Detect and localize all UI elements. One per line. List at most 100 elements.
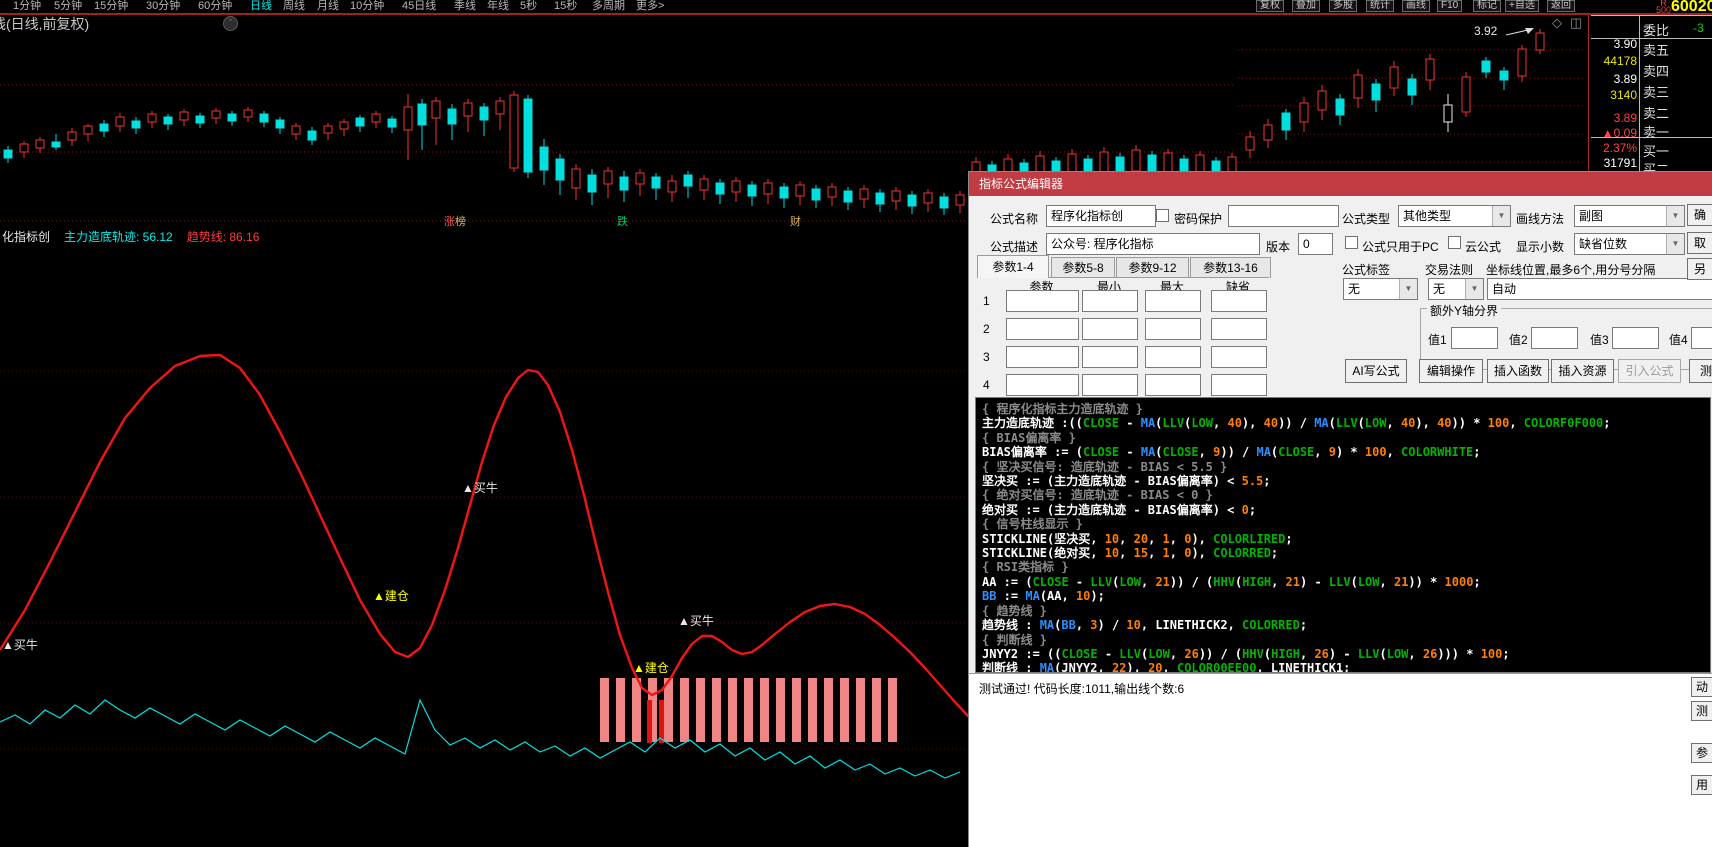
formula-name-input[interactable]: 程序化指标创 (1046, 205, 1156, 227)
signal-annotation-建仓: ▲建仓 (373, 587, 409, 604)
param-input[interactable] (1145, 374, 1201, 396)
param-input[interactable] (1006, 374, 1079, 396)
side-button-测[interactable]: 测 (1691, 701, 1712, 721)
toolbar-button-叠加[interactable]: 叠加 (1292, 0, 1320, 12)
button-AI写公式[interactable]: AI写公式 (1345, 359, 1407, 383)
toolbar-button-+自选[interactable]: +自选 (1505, 0, 1539, 12)
side-button-参[interactable]: 参 (1691, 743, 1712, 763)
tab-参数13-16[interactable]: 参数13-16 (1190, 257, 1271, 278)
toolbar-period-1分钟[interactable]: 1分钟 (13, 0, 41, 12)
toolbar-period-15分钟[interactable]: 15分钟 (94, 0, 128, 12)
password-input[interactable] (1228, 205, 1339, 227)
toolbar-period-10分钟[interactable]: 10分钟 (350, 0, 384, 12)
param-input[interactable] (1145, 318, 1201, 340)
toolbar-period-5分钟[interactable]: 5分钟 (54, 0, 82, 12)
toolbar-period-更多>[interactable]: 更多> (636, 0, 664, 12)
formula-desc-input[interactable]: 公众号: 程序化指标 (1046, 233, 1260, 255)
y-value-input[interactable] (1612, 327, 1659, 349)
quote-panel: 委比 卖五 卖四 卖三 卖二 卖一 买一 买二 3.90 44178 3.89 3140 3.89 ▲0.… (1588, 13, 1712, 171)
toolbar-period-60分钟[interactable]: 60分钟 (198, 0, 232, 12)
toolbar-period-周线[interactable]: 周线 (283, 0, 305, 12)
badge-char: 财 (790, 216, 801, 228)
edge-button-另[interactable]: 另 (1687, 258, 1712, 280)
toolbar-period-5秒[interactable]: 5秒 (520, 0, 537, 12)
param-row-number: 2 (983, 322, 990, 336)
toolbar-period-年线[interactable]: 年线 (487, 0, 509, 12)
weibi-value: -3 (1693, 21, 1704, 35)
decimal-select[interactable]: 缺省位数 ▼ (1574, 233, 1685, 255)
chevron-down-icon[interactable]: ˇ (223, 16, 238, 31)
toolbar-period-日线[interactable]: 日线 (250, 0, 272, 12)
version-input[interactable]: 0 (1298, 233, 1333, 255)
param-input[interactable] (1082, 346, 1138, 368)
button-插入资源[interactable]: 插入资源 (1551, 359, 1614, 383)
pc-only-checkbox[interactable] (1345, 236, 1358, 249)
button-编辑操作[interactable]: 编辑操作 (1419, 359, 1483, 383)
dropdown-arrow-icon[interactable]: ▼ (1666, 234, 1684, 254)
param-input[interactable] (1145, 346, 1201, 368)
toolbar-button-标记[interactable]: 标记 (1473, 0, 1501, 12)
formula-type-select[interactable]: 其他类型 ▼ (1398, 205, 1511, 227)
param-input[interactable] (1211, 290, 1267, 312)
param-input[interactable] (1145, 290, 1201, 312)
code-token: BB (1061, 618, 1076, 633)
param-input[interactable] (1082, 290, 1138, 312)
tab-参数1-4[interactable]: 参数1-4 (977, 255, 1049, 278)
cloud-formula-checkbox[interactable] (1448, 236, 1461, 249)
param-input[interactable] (1211, 346, 1267, 368)
toolbar-period-30分钟[interactable]: 30分钟 (146, 0, 180, 12)
toolbar-button-返回[interactable]: 返回 (1547, 0, 1575, 12)
param-input[interactable] (1211, 318, 1267, 340)
dropdown-arrow-icon[interactable]: ▼ (1666, 206, 1684, 226)
side-button-动[interactable]: 动 (1691, 677, 1712, 697)
button-引入公式[interactable]: 引入公式 (1618, 359, 1681, 383)
code-line: { 信号柱线显示 } (982, 517, 1704, 531)
y-value-label-值4: 值4 (1669, 333, 1688, 347)
button-插入函数[interactable]: 插入函数 (1487, 359, 1549, 383)
edge-button-确[interactable]: 确 (1687, 204, 1712, 226)
toolbar-button-F10[interactable]: F10 (1437, 0, 1463, 12)
coord-line-input[interactable]: 自动 (1487, 278, 1712, 300)
toolbar-period-15秒[interactable]: 15秒 (554, 0, 577, 12)
toolbar-period-45日线[interactable]: 45日线 (402, 0, 436, 12)
param-input[interactable] (1006, 346, 1079, 368)
side-button-用[interactable]: 用 (1691, 775, 1712, 795)
code-token: ))) * (1437, 646, 1481, 661)
formula-code-editor[interactable]: { 程序化指标主力造底轨迹 } 主力造底轨迹 :((CLOSE - MA(LLV(… (975, 397, 1711, 673)
toolbar-button-复权[interactable]: 复权 (1256, 0, 1284, 12)
password-protect-checkbox[interactable] (1156, 209, 1169, 222)
y-value-input[interactable] (1531, 327, 1578, 349)
param-input[interactable] (1006, 318, 1079, 340)
toolbar-button-画线[interactable]: 画线 (1402, 0, 1430, 12)
dropdown-arrow-icon[interactable]: ▼ (1465, 279, 1483, 299)
edge-button-取[interactable]: 取 (1687, 232, 1712, 254)
param-input[interactable] (1006, 290, 1079, 312)
param-input[interactable] (1082, 374, 1138, 396)
toolbar-button-多股[interactable]: 多股 (1329, 0, 1357, 12)
param-input[interactable] (1211, 374, 1267, 396)
code-token: - (1119, 416, 1141, 431)
y-value-input[interactable] (1451, 327, 1498, 349)
toolbar-period-多周期[interactable]: 多周期 (592, 0, 625, 12)
split-layout-icon[interactable]: ◫ (1570, 16, 1582, 30)
trade-rule-select[interactable]: 无 ▼ (1428, 278, 1484, 300)
toolbar-period-月线[interactable]: 月线 (317, 0, 339, 12)
code-token: LLV (1335, 416, 1358, 431)
diamond-icon[interactable]: ◇ (1552, 16, 1562, 30)
button-测试[interactable]: 测试 (1689, 359, 1712, 383)
code-token: 趋势线 : (982, 618, 1040, 633)
tab-参数5-8[interactable]: 参数5-8 (1051, 257, 1115, 278)
formula-tag-select[interactable]: 无 ▼ (1343, 278, 1418, 300)
y-value-input[interactable] (1691, 327, 1712, 349)
dropdown-arrow-icon[interactable]: ▼ (1492, 206, 1510, 226)
code-token: , (1509, 416, 1524, 431)
toolbar-button-统计[interactable]: 统计 (1366, 0, 1394, 12)
tab-参数9-12[interactable]: 参数9-12 (1116, 257, 1189, 278)
toolbar-period-季线[interactable]: 季线 (454, 0, 476, 12)
param-input[interactable] (1082, 318, 1138, 340)
code-token: , (1271, 574, 1286, 589)
draw-method-select[interactable]: 副图 ▼ (1574, 205, 1685, 227)
dialog-title[interactable]: 指标公式编辑器 (969, 172, 1712, 196)
dropdown-arrow-icon[interactable]: ▼ (1399, 279, 1417, 299)
code-token: 1000 (1444, 574, 1474, 589)
